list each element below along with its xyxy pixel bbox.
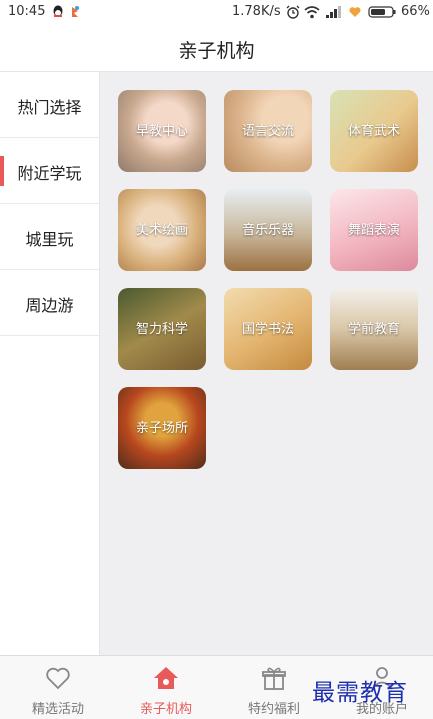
category-label: 舞蹈表演 bbox=[347, 223, 400, 238]
category-tile-music[interactable]: 音乐乐器 bbox=[224, 189, 312, 271]
sidebar-item-hot[interactable]: 热门选择 bbox=[0, 72, 99, 138]
category-label: 智力科学 bbox=[135, 322, 188, 337]
category-label: 亲子场所 bbox=[135, 421, 188, 436]
category-label: 学前教育 bbox=[347, 322, 400, 337]
category-tile-calligraphy[interactable]: 国学书法 bbox=[224, 288, 312, 370]
notification-app-icon bbox=[72, 6, 79, 17]
sidebar-item-surroundings[interactable]: 周边游 bbox=[0, 270, 99, 336]
category-label: 体育武术 bbox=[347, 124, 400, 139]
category-tile-language[interactable]: 语言交流 bbox=[224, 90, 312, 172]
category-tile-science[interactable]: 智力科学 bbox=[118, 288, 206, 370]
sidebar-item-label: 城里玩 bbox=[25, 230, 74, 249]
tab-label: 亲子机构 bbox=[139, 702, 192, 717]
sidebar-item-city[interactable]: 城里玩 bbox=[0, 204, 99, 270]
signal-icon bbox=[326, 6, 341, 18]
category-tile-dance[interactable]: 舞蹈表演 bbox=[330, 189, 418, 271]
heart-icon bbox=[46, 667, 70, 690]
status-time: 10:45 bbox=[8, 4, 46, 19]
category-tile-family-venue[interactable]: 亲子场所 bbox=[118, 387, 206, 469]
watermark-text: 最需教育 bbox=[312, 680, 408, 706]
sidebar-item-nearby[interactable]: 附近学玩 bbox=[0, 138, 99, 204]
category-panel: 早教中心 语言交流 体育武术 美术绘画 音乐乐器 舞蹈表演 智力科学 国学书法 … bbox=[100, 72, 433, 655]
category-label: 语言交流 bbox=[241, 124, 294, 139]
qq-icon bbox=[53, 5, 63, 17]
gift-icon bbox=[262, 667, 286, 690]
tab-label: 精选活动 bbox=[31, 702, 84, 717]
category-label: 国学书法 bbox=[241, 322, 294, 337]
sidebar-item-label: 附近学玩 bbox=[17, 164, 82, 183]
category-tile-preschool[interactable]: 学前教育 bbox=[330, 288, 418, 370]
page-title: 亲子机构 bbox=[178, 40, 255, 62]
category-label: 早教中心 bbox=[135, 124, 188, 139]
category-tile-sports[interactable]: 体育武术 bbox=[330, 90, 418, 172]
wifi-icon bbox=[304, 6, 320, 19]
category-tile-early-education[interactable]: 早教中心 bbox=[118, 90, 206, 172]
battery-percent: 66% bbox=[401, 4, 430, 19]
alarm-icon bbox=[286, 5, 300, 19]
category-label: 美术绘画 bbox=[135, 223, 188, 238]
sidebar-item-label: 周边游 bbox=[25, 296, 74, 315]
sidebar: 热门选择 附近学玩 城里玩 周边游 bbox=[0, 72, 100, 655]
nav-bar: 亲子机构 bbox=[0, 24, 433, 72]
tab-featured[interactable]: 精选活动 bbox=[4, 656, 112, 719]
category-tile-art[interactable]: 美术绘画 bbox=[118, 189, 206, 271]
category-label: 音乐乐器 bbox=[241, 223, 294, 238]
home-icon bbox=[154, 667, 178, 689]
heart-status-icon bbox=[349, 7, 361, 17]
tab-institutions[interactable]: 亲子机构 bbox=[112, 656, 220, 719]
battery-icon bbox=[368, 6, 396, 18]
sidebar-item-label: 热门选择 bbox=[17, 98, 82, 117]
network-speed: 1.78K/s bbox=[232, 4, 281, 19]
status-bar: 10:45 1.78K/s 66% bbox=[0, 0, 433, 24]
